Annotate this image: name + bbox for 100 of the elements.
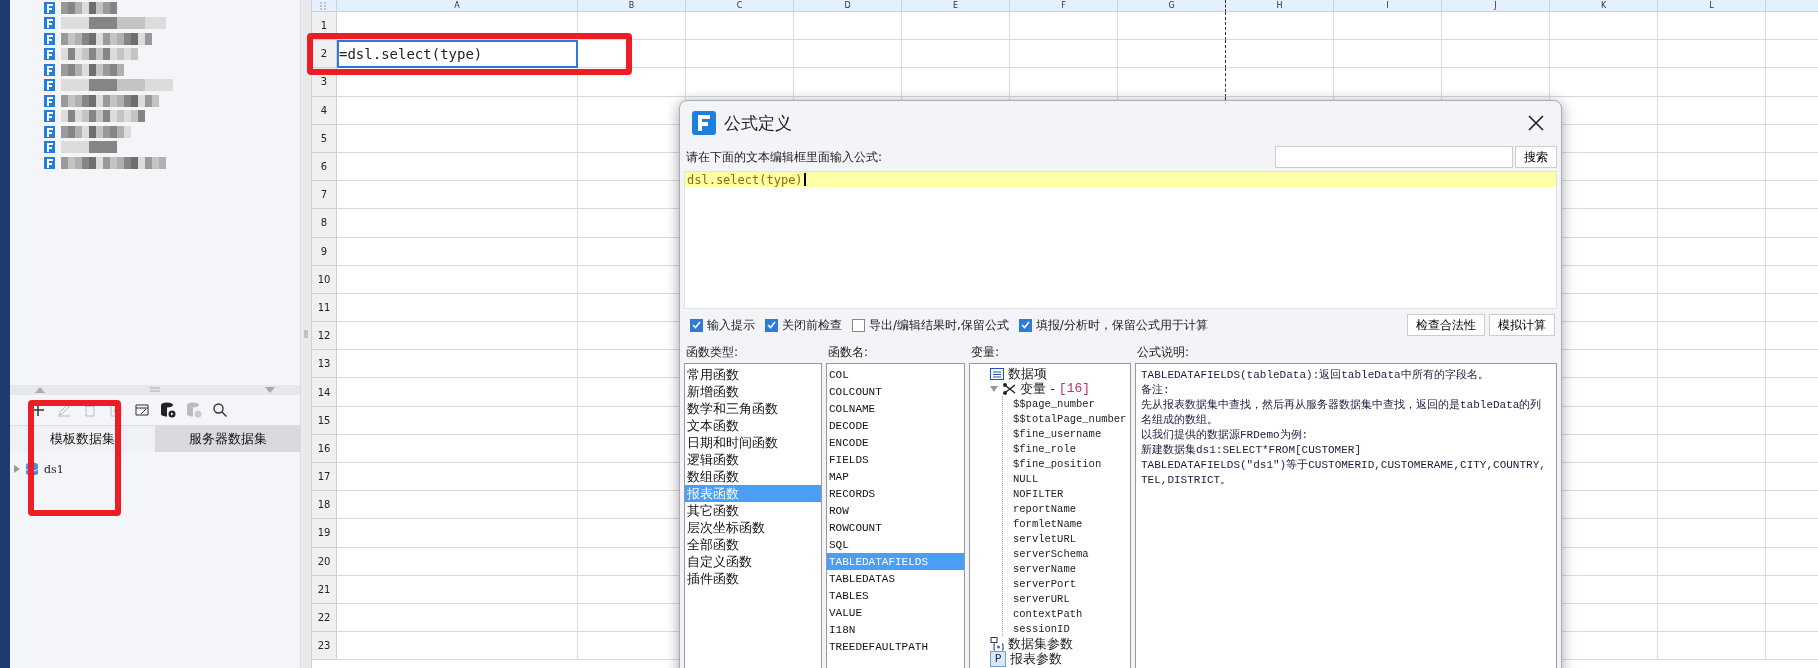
column-header[interactable]: B: [578, 0, 686, 12]
variable-item[interactable]: $$page_number: [1013, 397, 1095, 410]
checkbox[interactable]: [765, 318, 778, 332]
variable-item[interactable]: serverSchema: [1013, 547, 1089, 560]
row-header[interactable]: 4: [312, 96, 337, 125]
row-header[interactable]: 14: [312, 378, 337, 407]
sheet-cell[interactable]: [1118, 68, 1226, 97]
row-header[interactable]: 6: [312, 152, 337, 182]
variable-item[interactable]: $$totalPage_number: [1013, 412, 1127, 425]
column-header[interactable]: K: [1550, 0, 1658, 12]
row-header[interactable]: 11: [312, 293, 337, 323]
function-type-item[interactable]: 插件函数: [685, 570, 821, 587]
row-header[interactable]: 20: [312, 547, 337, 576]
resize-grip-icon[interactable]: [304, 330, 308, 338]
row-header[interactable]: 5: [312, 124, 337, 153]
column-header[interactable]: G: [1118, 0, 1226, 12]
action-button[interactable]: 模拟计算: [1489, 314, 1555, 336]
function-name-item[interactable]: RECORDS: [827, 485, 964, 502]
collapse-up-icon[interactable]: [35, 387, 45, 393]
column-header[interactable]: L: [1658, 0, 1766, 12]
function-name-item[interactable]: MAP: [827, 468, 964, 485]
variable-item[interactable]: sessionID: [1013, 622, 1070, 635]
variable-item[interactable]: $fine_position: [1013, 457, 1102, 470]
row-header[interactable]: 10: [312, 265, 337, 294]
column-header[interactable]: I: [1334, 0, 1442, 12]
column-header[interactable]: D: [794, 0, 902, 12]
function-type-item[interactable]: 日期和时间函数: [685, 434, 821, 451]
function-type-item[interactable]: 其它函数: [685, 502, 821, 519]
function-type-item[interactable]: 文本函数: [685, 417, 821, 434]
column-header[interactable]: H: [1226, 0, 1334, 12]
row-header[interactable]: 15: [312, 406, 337, 435]
variable-item[interactable]: reportName: [1013, 502, 1076, 515]
variable-item[interactable]: NULL: [1013, 472, 1039, 485]
row-header[interactable]: 16: [312, 434, 337, 463]
function-type-item[interactable]: 数组函数: [685, 468, 821, 485]
variable-item[interactable]: serverURL: [1013, 592, 1070, 605]
database-play-icon[interactable]: [160, 402, 176, 418]
function-type-item[interactable]: 逻辑函数: [685, 451, 821, 468]
search-icon[interactable]: [212, 402, 228, 418]
function-type-item[interactable]: 全部函数: [685, 536, 821, 553]
column-header[interactable]: J: [1442, 0, 1550, 12]
sheet-cell[interactable]: [1118, 12, 1226, 41]
row-header[interactable]: 12: [312, 322, 337, 351]
sheet-cell[interactable]: [1118, 40, 1226, 69]
expand-arrow-icon[interactable]: [990, 385, 998, 392]
function-name-item[interactable]: COLNAME: [827, 400, 964, 417]
variable-item[interactable]: serverName: [1013, 562, 1076, 575]
window-edit-icon[interactable]: [134, 402, 150, 418]
grip-icon[interactable]: [150, 387, 160, 393]
database-remove-icon[interactable]: [186, 402, 202, 418]
variable-item[interactable]: formletName: [1013, 517, 1083, 530]
function-name-item[interactable]: TABLES: [827, 587, 964, 604]
row-header[interactable]: 18: [312, 491, 337, 520]
column-header[interactable]: A: [337, 0, 578, 12]
checkbox-label[interactable]: 关闭前检查: [782, 316, 842, 334]
dataset-tab[interactable]: 服务器数据集: [155, 426, 300, 452]
function-type-item[interactable]: 数学和三角函数: [685, 400, 821, 417]
variable-item[interactable]: contextPath: [1013, 607, 1083, 620]
checkbox[interactable]: [1018, 318, 1032, 332]
variable-item[interactable]: $fine_username: [1013, 427, 1102, 440]
function-name-item[interactable]: TREEDEFAULTPATH: [827, 638, 964, 655]
column-header[interactable]: E: [902, 0, 1010, 12]
checkbox-label[interactable]: 导出/编辑结果时,保留公式: [869, 316, 1009, 334]
row-header[interactable]: 23: [312, 632, 337, 661]
function-name-item[interactable]: COL: [827, 366, 964, 383]
formula-editor[interactable]: dsl.select(type): [684, 171, 1557, 309]
row-header[interactable]: 19: [312, 519, 337, 548]
column-header[interactable]: C: [686, 0, 794, 12]
checkbox[interactable]: [690, 318, 703, 332]
expand-arrow-icon[interactable]: [14, 465, 20, 473]
action-button[interactable]: 检查合法性: [1407, 314, 1485, 336]
formula-cell[interactable]: =dsl.select(type): [337, 40, 578, 69]
search-field[interactable]: [1275, 146, 1513, 168]
checkbox-label[interactable]: 输入提示: [707, 316, 755, 334]
variable-item[interactable]: serverPort: [1013, 577, 1076, 590]
row-header[interactable]: 2: [312, 40, 337, 69]
row-header[interactable]: 21: [312, 575, 337, 604]
checkbox-label[interactable]: 填报/分析时，保留公式用于计算: [1035, 316, 1208, 334]
dataset-tab[interactable]: 模板数据集: [10, 426, 155, 452]
function-name-item[interactable]: ROWCOUNT: [827, 519, 964, 536]
dataset-name[interactable]: ds1: [44, 462, 64, 476]
row-header[interactable]: 17: [312, 463, 337, 492]
function-type-item[interactable]: 层次坐标函数: [685, 519, 821, 536]
column-header[interactable]: F: [1010, 0, 1118, 12]
select-all-icon[interactable]: [319, 1, 329, 10]
function-name-item[interactable]: TABLEDATAS: [827, 570, 964, 587]
search-button[interactable]: 搜索: [1515, 146, 1557, 168]
function-name-item[interactable]: ENCODE: [827, 434, 964, 451]
function-name-item[interactable]: I18N: [827, 621, 964, 638]
variable-item[interactable]: NOFILTER: [1013, 487, 1064, 500]
function-name-item[interactable]: FIELDS: [827, 451, 964, 468]
function-name-item[interactable]: DECODE: [827, 417, 964, 434]
row-header[interactable]: 8: [312, 209, 337, 238]
row-header[interactable]: 13: [312, 350, 337, 379]
function-name-item[interactable]: ROW: [827, 502, 964, 519]
function-type-item[interactable]: 新增函数: [685, 383, 821, 400]
row-header[interactable]: 22: [312, 603, 337, 633]
function-type-item[interactable]: 自定义函数: [685, 553, 821, 570]
variable-item[interactable]: $fine_role: [1013, 442, 1076, 455]
row-header[interactable]: 9: [312, 237, 337, 266]
